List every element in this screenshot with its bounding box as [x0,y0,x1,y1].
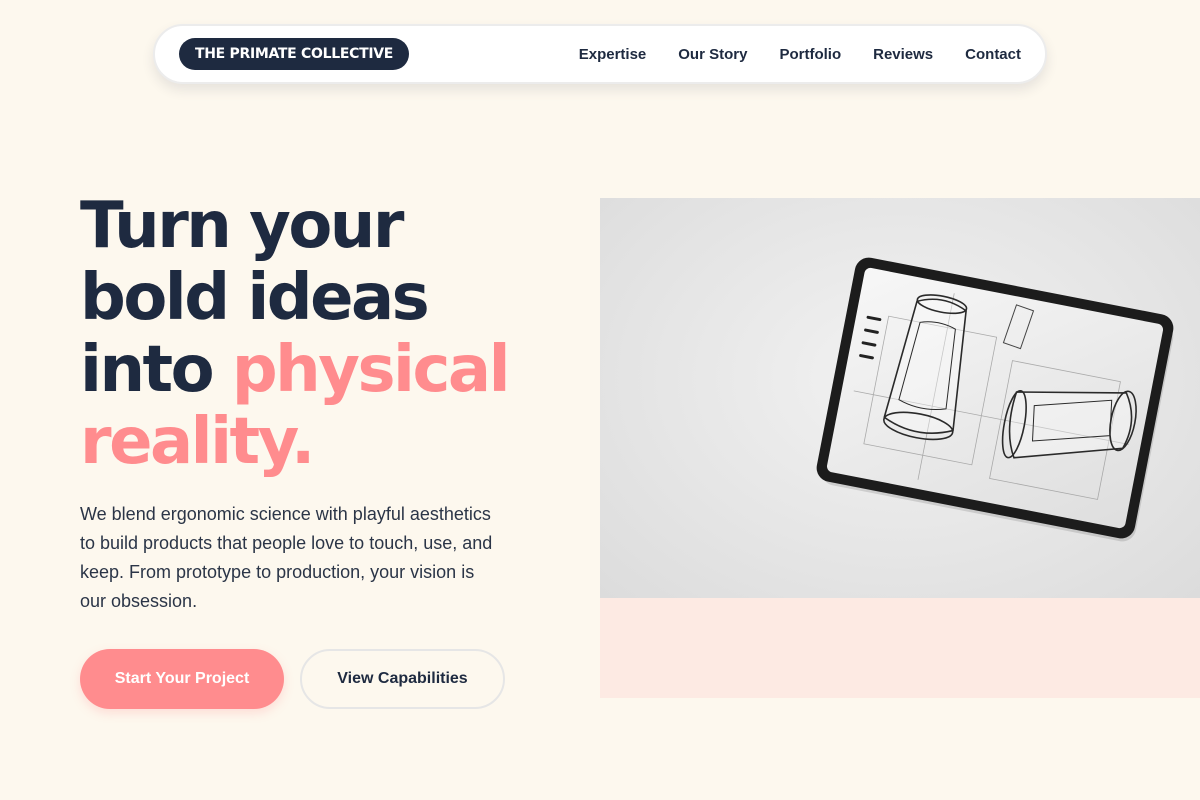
nav-link-portfolio[interactable]: Portfolio [779,46,841,63]
headline-accent-reality: reality. [80,405,315,479]
hero-photo [600,198,1200,598]
nav-link-reviews[interactable]: Reviews [873,46,933,63]
hero-media-panel [600,198,1200,698]
nav-link-contact[interactable]: Contact [965,46,1021,63]
hero-headline: Turn your bold ideas into physical reali… [80,190,550,478]
nav-link-our-story[interactable]: Our Story [678,46,747,63]
start-project-button[interactable]: Start Your Project [80,649,284,709]
headline-line-3-start: into [80,333,232,407]
hero-subtext: We blend ergonomic science with playful … [80,504,493,611]
headline-line-3: into physical [80,334,550,406]
headline-line-2: bold ideas [80,261,430,335]
tablet-sketch-illustration [816,257,1174,542]
nav-link-expertise[interactable]: Expertise [579,46,647,63]
nav-links: Expertise Our Story Portfolio Reviews Co… [579,46,1021,63]
headline-line-1: Turn your [80,189,404,263]
headline-accent-physical: physical [231,333,511,407]
brand-logo[interactable]: THE PRIMATE COLLECTIVE [179,38,410,70]
top-navbar: THE PRIMATE COLLECTIVE Expertise Our Sto… [153,24,1047,84]
view-capabilities-button[interactable]: View Capabilities [300,649,505,709]
